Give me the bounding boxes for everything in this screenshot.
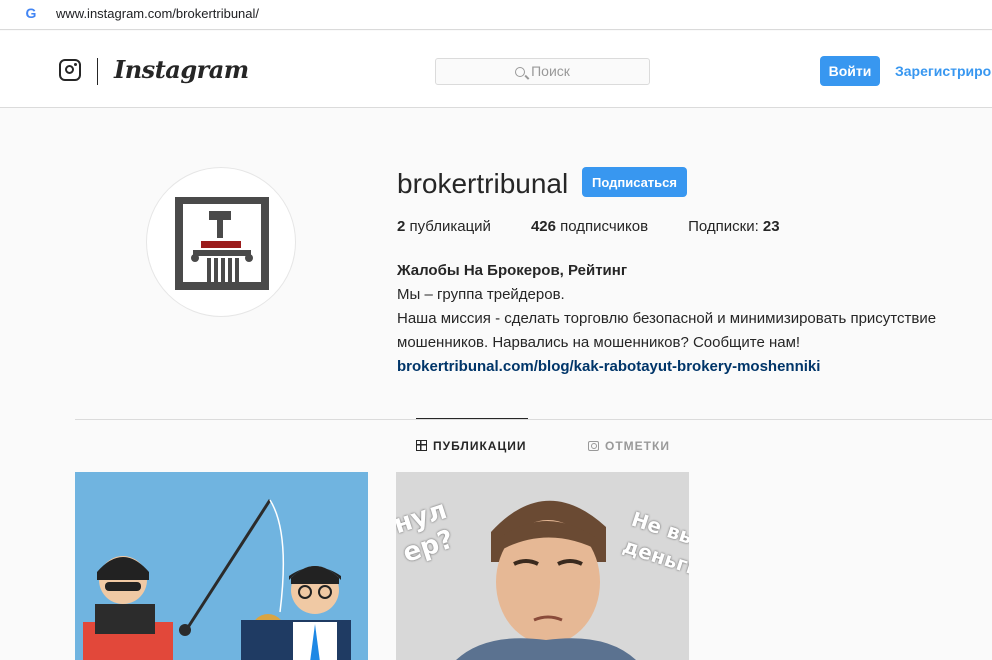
profile-avatar[interactable] — [146, 167, 296, 317]
post-thumbnail[interactable]: $ — [75, 472, 368, 660]
posts-stat: 2 публикаций — [397, 218, 491, 235]
followers-stat[interactable]: 426 подписчиков — [531, 218, 648, 235]
bio-line-1: Мы – группа трейдеров. — [397, 286, 565, 303]
post-illustration-fishing: $ — [75, 472, 368, 660]
profile-username: brokertribunal — [397, 168, 569, 199]
active-tab-indicator — [416, 418, 528, 419]
bio-website-link[interactable]: brokertribunal.com/blog/kak-rabotayut-br… — [397, 358, 820, 375]
bio-name: Жалобы На Брокеров, Рейтинг — [397, 262, 628, 279]
search-placeholder: Поиск — [531, 63, 570, 79]
profile-bio: Жалобы На Брокеров, Рейтинг Мы – группа … — [397, 259, 987, 379]
followers-label: подписчиков — [555, 218, 649, 235]
header-divider — [97, 58, 98, 85]
posts-label: публикаций — [405, 218, 491, 235]
google-g-icon: G — [25, 5, 37, 21]
url-text[interactable]: www.instagram.com/brokertribunal/ — [56, 6, 259, 21]
following-label: Подписки: — [688, 218, 763, 235]
brokertribunal-logo — [175, 197, 269, 290]
tagged-photo-icon — [588, 441, 599, 451]
profile-stats: 2 публикаций 426 подписчиков Подписки: 2… — [397, 218, 820, 235]
instagram-header: Instagram Поиск Войти Зарегистрироваться — [0, 31, 992, 108]
browser-address-bar[interactable]: G www.instagram.com/brokertribunal/ — [0, 0, 992, 30]
followers-count: 426 — [530, 218, 556, 235]
instagram-wordmark-logo[interactable]: Instagram — [114, 55, 249, 84]
tab-publications-label: ПУБЛИКАЦИИ — [433, 439, 527, 453]
tab-tagged[interactable]: ОТМЕТКИ — [588, 439, 670, 453]
post-thumbnail[interactable]: нул ер? Не вы деньги — [396, 472, 689, 660]
following-stat[interactable]: Подписки: 23 — [688, 218, 780, 235]
bio-line-2: Наша миссия - сделать торговлю безопасно… — [397, 310, 937, 351]
login-button[interactable]: Войти — [820, 56, 880, 86]
following-count: 23 — [762, 218, 780, 235]
tabs-divider — [75, 419, 992, 420]
instagram-camera-icon[interactable] — [59, 59, 81, 81]
signup-link[interactable]: Зарегистрироваться — [895, 63, 992, 79]
search-input[interactable]: Поиск — [435, 58, 650, 85]
grid-icon — [416, 440, 427, 451]
follow-button[interactable]: Подписаться — [582, 167, 687, 197]
search-icon — [515, 67, 526, 77]
tab-tagged-label: ОТМЕТКИ — [605, 439, 670, 453]
tab-publications[interactable]: ПУБЛИКАЦИИ — [416, 439, 526, 453]
